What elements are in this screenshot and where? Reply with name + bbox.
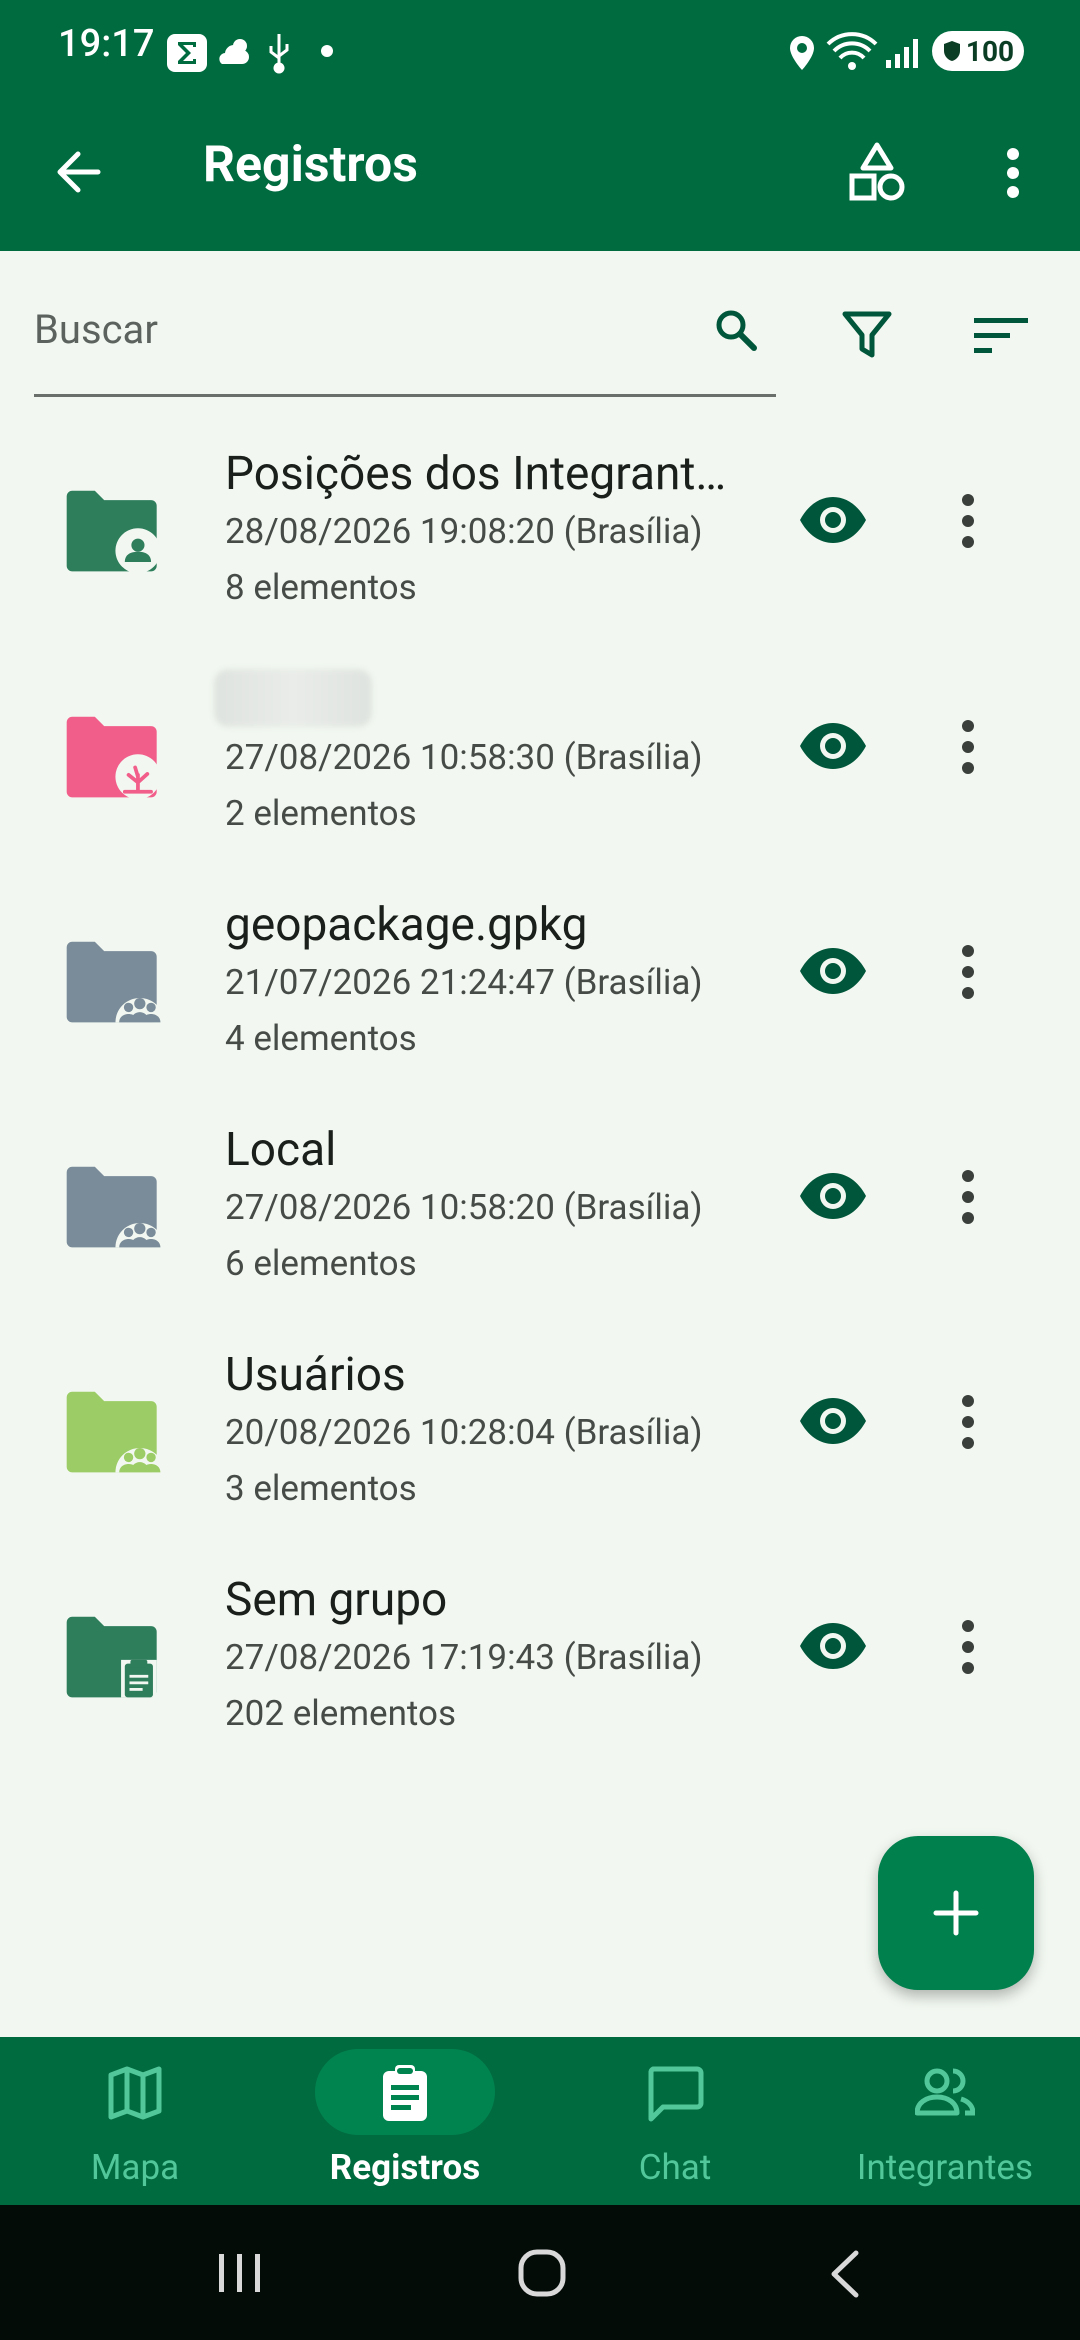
nav-item-mapa[interactable]: Mapa [0,2037,270,2205]
record-count: 3 elementos [225,1468,417,1509]
record-count: 202 elementos [225,1693,457,1734]
nav-label-integrantes: Integrantes [856,2147,1034,2188]
visibility-icon[interactable] [798,1621,868,1671]
battery-indicator: 100 [932,31,1024,71]
more-options-icon[interactable] [956,944,980,1000]
nav-label-chat: Chat [638,2147,712,2188]
list-item[interactable]: geopackage.gpkg 21/07/2026 21:24:47 (Bras… [0,898,1080,1123]
usb-icon [269,34,289,74]
search-icon[interactable] [714,308,758,352]
shapes-icon[interactable] [848,142,906,204]
record-title-redacted [214,669,372,727]
record-date: 27/08/2026 10:58:30 (Brasília) [225,737,703,778]
list-item[interactable]: 27/08/2026 10:58:30 (Brasília) 2 elemento… [0,669,1080,898]
nav-label-registros: Registros [329,2147,481,2188]
location-icon [790,36,814,70]
nav-item-chat[interactable]: Chat [540,2037,810,2205]
more-options-icon[interactable] [956,719,980,775]
home-icon[interactable] [518,2249,566,2297]
plus-icon [933,1890,979,1936]
back-arrow-icon[interactable] [52,146,104,198]
notification-dot-icon [321,45,333,57]
record-title: Local [225,1123,337,1177]
recents-icon[interactable] [216,2252,264,2294]
record-date: 28/08/2026 19:08:20 (Brasília) [225,511,703,552]
signal-icon [886,39,918,68]
shield-icon [943,41,960,61]
nav-item-registros[interactable]: Registros [270,2037,540,2205]
more-options-icon[interactable] [956,1394,980,1450]
folder-group-icon [66,1391,165,1473]
top-app-bar: 19:17 100 Registros [0,0,1080,251]
record-title: Sem grupo [225,1573,448,1627]
record-title: Usuários [225,1348,406,1402]
more-options-icon[interactable] [956,493,980,549]
visibility-icon[interactable] [798,946,868,996]
record-date: 27/08/2026 10:58:20 (Brasília) [225,1187,703,1228]
visibility-icon[interactable] [798,721,868,771]
folder-group-icon [66,941,165,1023]
weather-icon [219,39,249,64]
back-icon[interactable] [828,2249,862,2299]
sigma-app-icon [167,34,207,72]
search-input[interactable]: Buscar [34,306,158,353]
folder-person-icon [66,490,161,574]
record-count: 8 elementos [225,567,417,608]
page-title: Registros [203,136,418,194]
more-options-icon[interactable] [956,1619,980,1675]
list-item[interactable]: Sem grupo 27/08/2026 17:19:43 (Brasília) 2… [0,1573,1080,1798]
clipboard-icon [383,2065,427,2121]
record-count: 4 elementos [225,1018,417,1059]
record-count: 6 elementos [225,1243,417,1284]
nav-item-integrantes[interactable]: Integrantes [810,2037,1080,2205]
folder-group-icon [66,1166,165,1248]
list-item[interactable]: Usuários 20/08/2026 10:28:04 (Brasília) 3 … [0,1348,1080,1573]
nav-label-mapa: Mapa [90,2147,180,2188]
folder-plant-icon [66,716,161,800]
add-record-button[interactable] [878,1836,1034,1990]
system-navigation-bar [0,2205,1080,2340]
sort-icon[interactable] [974,316,1028,356]
more-vert-icon[interactable] [1004,148,1022,198]
visibility-icon[interactable] [798,1396,868,1446]
search-underline [34,394,776,397]
map-icon [108,2066,162,2120]
status-time: 19:17 [58,22,155,66]
battery-level: 100 [965,34,1015,68]
more-options-icon[interactable] [956,1169,980,1225]
people-icon [915,2068,975,2116]
visibility-icon[interactable] [798,1171,868,1221]
visibility-icon[interactable] [798,495,868,545]
record-title: geopackage.gpkg [225,898,588,952]
folder-clipboard-icon [66,1616,157,1698]
record-date: 27/08/2026 17:19:43 (Brasília) [225,1637,703,1678]
record-date: 21/07/2026 21:24:47 (Brasília) [225,962,703,1003]
list-item[interactable]: Local 27/08/2026 10:58:20 (Brasília) 6 ele… [0,1123,1080,1348]
record-date: 20/08/2026 10:28:04 (Brasília) [225,1412,703,1453]
bottom-navigation: Mapa Registros Chat Integrantes [0,2037,1080,2205]
chat-icon [648,2066,704,2122]
wifi-icon [826,32,878,70]
list-item[interactable]: Posições dos Integrantes 28/08/2026 19:08… [0,447,1080,672]
record-count: 2 elementos [225,793,417,834]
filter-icon[interactable] [842,311,892,359]
record-title: Posições dos Integrantes [225,447,735,501]
